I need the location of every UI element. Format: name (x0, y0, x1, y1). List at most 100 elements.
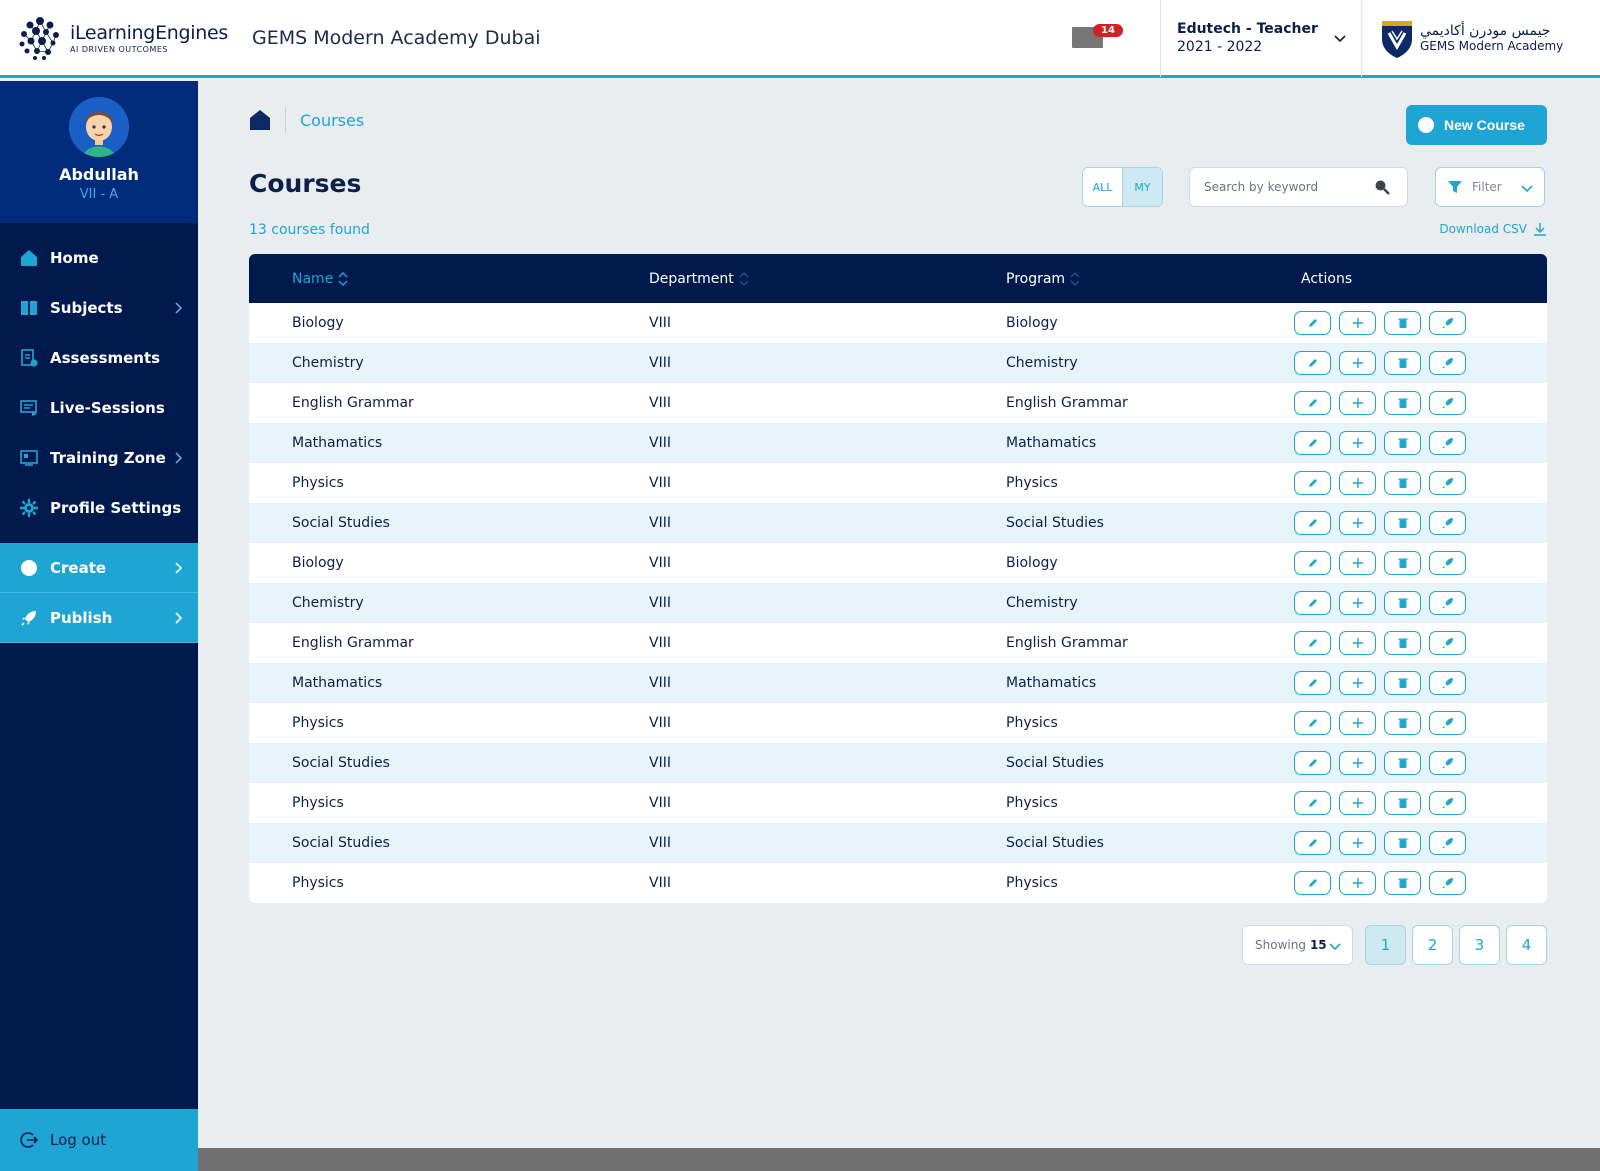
delete-button[interactable] (1384, 791, 1421, 815)
sidebar-item-training-zone[interactable]: Training Zone (0, 433, 198, 483)
breadcrumb-courses[interactable]: Courses (300, 111, 364, 130)
page-button[interactable]: 1 (1365, 925, 1406, 965)
delete-button[interactable] (1384, 831, 1421, 855)
delete-button[interactable] (1384, 631, 1421, 655)
add-button[interactable] (1339, 431, 1376, 455)
home-icon[interactable] (249, 109, 271, 131)
rocket-button[interactable] (1429, 871, 1466, 895)
rocket-button[interactable] (1429, 751, 1466, 775)
edit-button[interactable] (1294, 871, 1331, 895)
table-header: Name Department Program Actions (249, 254, 1547, 303)
column-name[interactable]: Name (292, 271, 349, 287)
delete-button[interactable] (1384, 351, 1421, 375)
delete-button[interactable] (1384, 511, 1421, 535)
user-profile[interactable]: Abdullah VII - A (0, 81, 198, 223)
download-csv-link[interactable]: Download CSV (1439, 222, 1547, 236)
cell-program: Social Studies (1006, 835, 1104, 851)
add-button[interactable] (1339, 311, 1376, 335)
row-actions (1294, 471, 1474, 495)
rocket-button[interactable] (1429, 511, 1466, 535)
page-button[interactable]: 2 (1412, 925, 1453, 965)
edit-button[interactable] (1294, 591, 1331, 615)
delete-button[interactable] (1384, 751, 1421, 775)
edit-icon (1308, 559, 1317, 567)
rocket-button[interactable] (1429, 391, 1466, 415)
add-button[interactable] (1339, 391, 1376, 415)
edit-button[interactable] (1294, 551, 1331, 575)
add-icon (1352, 678, 1363, 688)
add-button[interactable] (1339, 671, 1376, 695)
new-course-button[interactable]: New Course (1406, 105, 1547, 145)
edit-button[interactable] (1294, 471, 1331, 495)
toggle-all[interactable]: ALL (1083, 168, 1122, 206)
add-button[interactable] (1339, 831, 1376, 855)
sidebar-item-live-sessions[interactable]: Live-Sessions (0, 383, 198, 433)
page-button[interactable]: 4 (1506, 925, 1547, 965)
edit-button[interactable] (1294, 391, 1331, 415)
role-selector[interactable]: Edutech - Teacher 2021 - 2022 (1160, 0, 1362, 77)
search-input[interactable] (1190, 180, 1370, 194)
delete-button[interactable] (1384, 431, 1421, 455)
column-department[interactable]: Department (649, 271, 750, 287)
filter-icon (1448, 181, 1462, 193)
edit-button[interactable] (1294, 751, 1331, 775)
column-program[interactable]: Program (1006, 271, 1081, 287)
edit-button[interactable] (1294, 631, 1331, 655)
delete-button[interactable] (1384, 671, 1421, 695)
sidebar-item-profile-settings[interactable]: Profile Settings (0, 483, 198, 533)
rocket-button[interactable] (1429, 551, 1466, 575)
edit-button[interactable] (1294, 791, 1331, 815)
sidebar-item-label: Home (50, 249, 99, 267)
sidebar-item-subjects[interactable]: Subjects (0, 283, 198, 333)
add-button[interactable] (1339, 751, 1376, 775)
add-button[interactable] (1339, 791, 1376, 815)
add-button[interactable] (1339, 351, 1376, 375)
rocket-button[interactable] (1429, 351, 1466, 375)
rocket-button[interactable] (1429, 791, 1466, 815)
rocket-button[interactable] (1429, 431, 1466, 455)
user-name: Abdullah (59, 165, 139, 184)
edit-button[interactable] (1294, 671, 1331, 695)
rocket-button[interactable] (1429, 671, 1466, 695)
row-actions (1294, 591, 1474, 615)
delete-button[interactable] (1384, 311, 1421, 335)
sidebar-item-home[interactable]: Home (0, 233, 198, 283)
notifications-button[interactable]: 14 (1052, 0, 1123, 77)
page-button[interactable]: 3 (1459, 925, 1500, 965)
rocket-button[interactable] (1429, 631, 1466, 655)
add-button[interactable] (1339, 711, 1376, 735)
delete-button[interactable] (1384, 871, 1421, 895)
brand-name: iLearningEngines (70, 21, 228, 44)
sidebar-item-create[interactable]: Create (0, 543, 198, 593)
edit-button[interactable] (1294, 311, 1331, 335)
rocket-button[interactable] (1429, 591, 1466, 615)
page-size-select[interactable]: Showing 15 (1242, 925, 1353, 965)
toggle-my[interactable]: MY (1122, 168, 1162, 206)
delete-button[interactable] (1384, 591, 1421, 615)
edit-button[interactable] (1294, 351, 1331, 375)
delete-button[interactable] (1384, 471, 1421, 495)
rocket-button[interactable] (1429, 831, 1466, 855)
search-icon[interactable] (1374, 179, 1390, 195)
edit-button[interactable] (1294, 431, 1331, 455)
logout-button[interactable]: Log out (0, 1109, 198, 1171)
add-button[interactable] (1339, 591, 1376, 615)
add-button[interactable] (1339, 511, 1376, 535)
delete-button[interactable] (1384, 711, 1421, 735)
sidebar-item-assessments[interactable]: Assessments (0, 333, 198, 383)
filter-dropdown[interactable]: Filter (1435, 167, 1545, 207)
add-button[interactable] (1339, 631, 1376, 655)
add-button[interactable] (1339, 551, 1376, 575)
sidebar-item-publish[interactable]: Publish (0, 593, 198, 643)
rocket-button[interactable] (1429, 711, 1466, 735)
add-button[interactable] (1339, 871, 1376, 895)
rocket-button[interactable] (1429, 311, 1466, 335)
edit-button[interactable] (1294, 831, 1331, 855)
rocket-button[interactable] (1429, 471, 1466, 495)
delete-button[interactable] (1384, 551, 1421, 575)
delete-button[interactable] (1384, 391, 1421, 415)
brand[interactable]: iLearningEngines AI DRIVEN OUTCOMES (0, 15, 235, 61)
add-button[interactable] (1339, 471, 1376, 495)
edit-button[interactable] (1294, 711, 1331, 735)
edit-button[interactable] (1294, 511, 1331, 535)
